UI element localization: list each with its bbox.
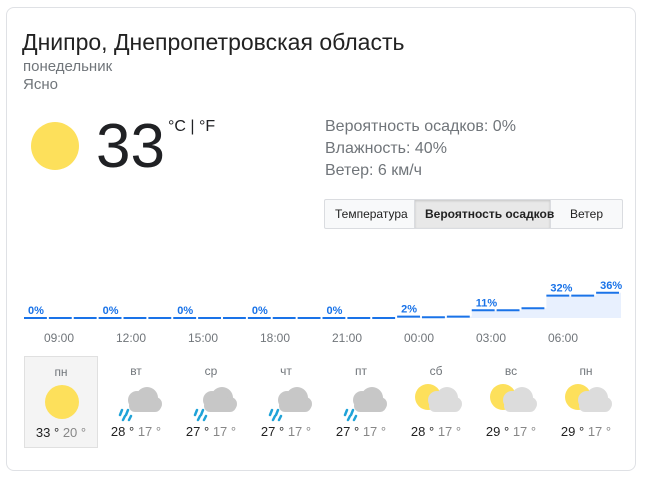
hour-tick-label: 12:00 — [115, 331, 147, 345]
hour-tick-label: 03:00 — [475, 331, 507, 345]
forecast-day-name: вс — [504, 364, 518, 378]
precip-value-label: 11% — [476, 297, 498, 309]
precip-value-label: 36% — [600, 280, 622, 292]
forecast-day-name: сб — [429, 364, 443, 378]
forecast-day-name: чт — [280, 364, 292, 378]
precip-value-label: 0% — [28, 305, 44, 317]
forecast-day[interactable]: вт 28 ° 17 ° — [99, 356, 173, 448]
forecast-day-name: пн — [579, 364, 593, 378]
partly-cloudy-icon — [399, 380, 473, 424]
partly-cloudy-icon — [474, 380, 548, 424]
forecast-high: 33 ° — [35, 425, 60, 440]
hour-tick-label: 06:00 — [547, 331, 579, 345]
forecast-day[interactable]: чт 27 ° 17 ° — [249, 356, 323, 448]
precip-value-label: 2% — [401, 304, 417, 316]
rain-cloud-icon — [174, 380, 248, 424]
hour-tick-label: 15:00 — [187, 331, 219, 345]
rain-cloud-icon — [324, 380, 398, 424]
forecast-day[interactable]: ср 27 ° 17 ° — [174, 356, 248, 448]
rain-cloud-icon — [99, 380, 173, 424]
precip-value-label: 0% — [177, 305, 193, 317]
forecast-day[interactable]: сб 28 ° 17 ° — [399, 356, 473, 448]
partly-cloudy-icon — [549, 380, 623, 424]
hour-tick-label: 09:00 — [43, 331, 75, 345]
forecast-day[interactable]: пн 29 ° 17 ° — [549, 356, 623, 448]
forecast-day-name: вт — [130, 364, 142, 378]
hour-tick-label: 18:00 — [259, 331, 291, 345]
forecast-day-name: ср — [204, 364, 218, 378]
precip-value-label: 0% — [252, 305, 268, 317]
hour-tick-label: 21:00 — [331, 331, 363, 345]
forecast-day-name: пт — [355, 364, 367, 378]
forecast-day[interactable]: пт 27 ° 17 ° — [324, 356, 398, 448]
hour-tick-label: 00:00 — [403, 331, 435, 345]
forecast-day[interactable]: вс 29 ° 17 ° — [474, 356, 548, 448]
precip-chart: 0% 0% 0% 0% 0% 2% 11% 32% 36% — [24, 280, 622, 319]
forecast-day[interactable]: пн 33 ° 20 ° — [24, 356, 98, 448]
forecast-day-name: пн — [54, 365, 68, 379]
sun-icon — [25, 381, 97, 425]
precip-value-label: 0% — [103, 305, 119, 317]
rain-cloud-icon — [249, 380, 323, 424]
forecast-low: 20 ° — [62, 425, 87, 440]
precip-value-label: 32% — [550, 283, 572, 295]
precip-value-label: 0% — [327, 305, 343, 317]
